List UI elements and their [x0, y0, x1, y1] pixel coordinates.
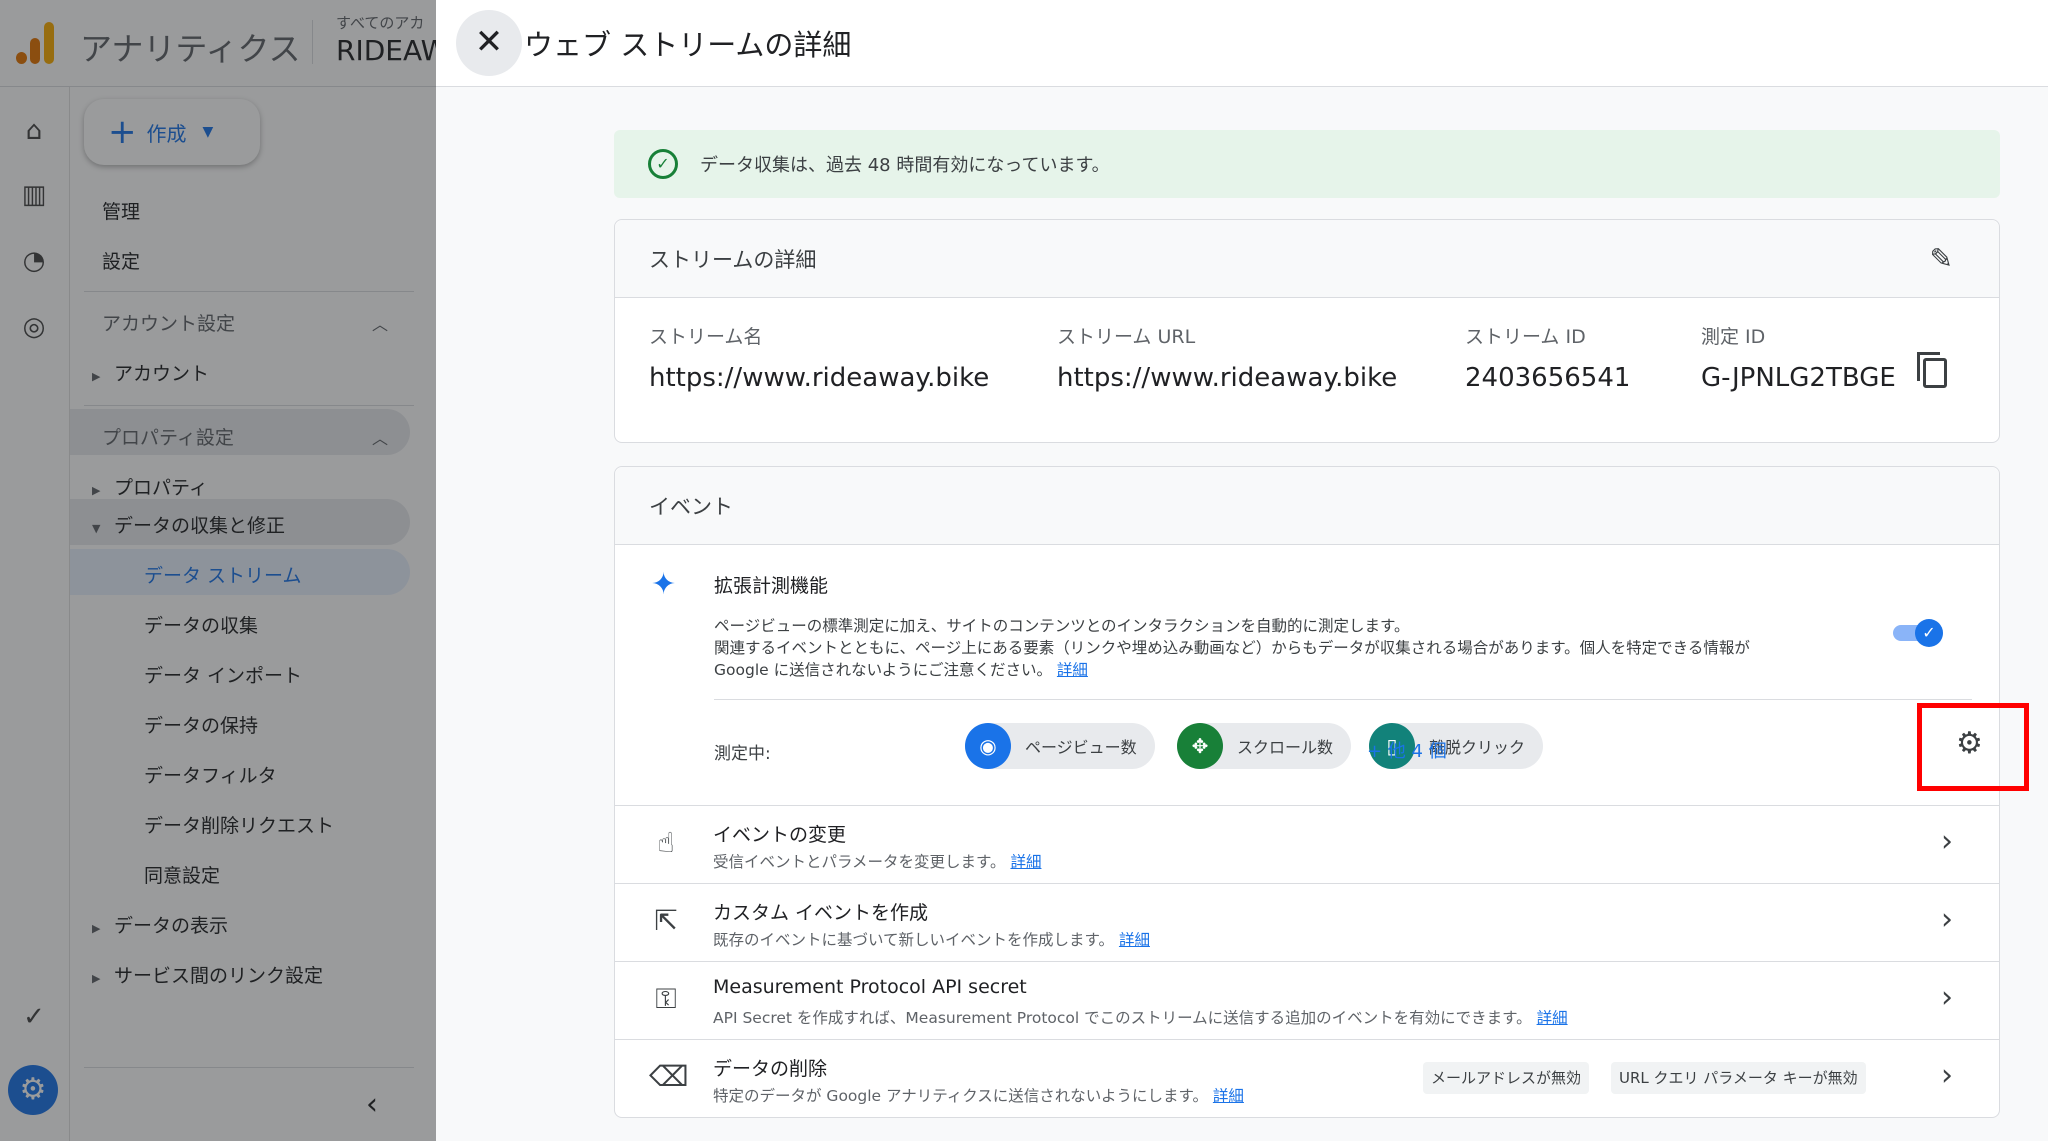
check-icon: ✓ — [1915, 619, 1943, 647]
learn-more-link[interactable]: 詳細 — [1010, 853, 1041, 871]
enhanced-divider — [714, 699, 1972, 700]
eye-icon: ◉ — [965, 723, 1011, 769]
create-custom-event-row[interactable]: ⇱ カスタム イベントを作成 既存のイベントに基づいて新しいイベントを作成します… — [615, 883, 1999, 961]
enhanced-desc-line2: 関連するイベントとともに、ページ上にある要素（リンクや埋め込み動画など）からもデ… — [714, 639, 1750, 657]
more-events-link[interactable]: + 他 4 個 — [1367, 737, 1447, 763]
row-title: イベントの変更 — [713, 824, 847, 846]
banner-text: データ収集は、過去 48 時間有効になっています。 — [700, 155, 1110, 176]
stream-id-col: ストリーム ID 2403656541 — [1465, 322, 1630, 393]
sparkle-icon: ✦ — [651, 567, 677, 602]
stream-id-label: ストリーム ID — [1465, 326, 1586, 348]
panel-header: ✕ ウェブ ストリームの詳細 — [436, 0, 2048, 87]
measurement-id-label: 測定 ID — [1701, 326, 1766, 348]
stream-url-value: https://www.rideaway.bike — [1057, 363, 1398, 393]
stream-url-label: ストリーム URL — [1057, 326, 1196, 348]
enhanced-measurement-description: ページビューの標準測定に加え、サイトのコンテンツとのインタラクションを自動的に測… — [714, 615, 1874, 681]
close-icon[interactable]: ✕ — [456, 10, 522, 76]
learn-more-link[interactable]: 詳細 — [1213, 1087, 1244, 1105]
enhanced-measurement-toggle[interactable]: ✓ — [1893, 619, 1943, 647]
row-title: Measurement Protocol API secret — [713, 976, 1027, 998]
chevron-right-icon[interactable]: › — [1941, 1058, 1953, 1093]
events-heading: イベント — [649, 494, 733, 519]
enhanced-desc-line3-wrap: Google に送信されないようにご注意ください。 詳細 — [714, 659, 1874, 681]
learn-more-link[interactable]: 詳細 — [1119, 931, 1150, 949]
measurement-id-col: 測定 ID G-JPNLG2TBGE — [1701, 322, 1896, 393]
enhanced-desc-line1: ページビューの標準測定に加え、サイトのコンテンツとのインタラクションを自動的に測… — [714, 617, 1410, 635]
copy-icon[interactable] — [1917, 352, 1947, 388]
learn-more-link[interactable]: 詳細 — [1537, 1009, 1568, 1027]
scroll-arrows-icon: ✥ — [1177, 723, 1223, 769]
modify-events-row[interactable]: ☝ イベントの変更 受信イベントとパラメータを変更します。 詳細 › — [615, 805, 1999, 883]
check-circle-icon: ✓ — [648, 149, 678, 179]
events-header: イベント — [615, 467, 1999, 545]
measurement-id-value: G-JPNLG2TBGE — [1701, 363, 1896, 393]
key-icon: ⚿ — [655, 982, 677, 1015]
url-query-disabled-badge: URL クエリ パラメータ キーが無効 — [1611, 1062, 1866, 1094]
touch-hand-icon: ☝ — [657, 826, 675, 859]
stream-id-value: 2403656541 — [1465, 363, 1631, 393]
stream-name-value: https://www.rideaway.bike — [649, 363, 990, 393]
cursor-click-icon: ⇱ — [654, 904, 678, 937]
web-stream-details-panel: ✕ ウェブ ストリームの詳細 ✓ データ収集は、過去 48 時間有効になっていま… — [436, 0, 2048, 1141]
events-card: イベント ✦ 拡張計測機能 ページビューの標準測定に加え、サイトのコンテンツとの… — [614, 466, 2029, 1118]
row-title: カスタム イベントを作成 — [713, 902, 929, 924]
panel-title: ウェブ ストリームの詳細 — [524, 28, 852, 62]
stream-details-card: ストリームの詳細 ✎ ストリーム名 https://www.rideaway.b… — [614, 219, 2000, 443]
row-subtitle: 特定のデータが Google アナリティクスに送信されないようにします。 詳細 — [713, 1087, 1244, 1105]
stream-details-header: ストリームの詳細 ✎ — [615, 220, 1999, 298]
row-subtitle: API Secret を作成すれば、Measurement Protocol で… — [713, 1009, 1568, 1027]
edit-pencil-icon[interactable]: ✎ — [1930, 242, 1953, 275]
stream-name-col: ストリーム名 https://www.rideaway.bike — [649, 322, 989, 393]
chevron-right-icon[interactable]: › — [1941, 902, 1953, 937]
enhanced-measurement-title: 拡張計測機能 — [714, 575, 829, 597]
modal-scrim[interactable] — [0, 0, 436, 1141]
settings-highlight-box: ⚙ — [1917, 703, 2029, 791]
eraser-icon: ⌫ — [649, 1060, 689, 1093]
stream-name-label: ストリーム名 — [649, 326, 763, 348]
row-title: データの削除 — [713, 1058, 828, 1080]
measurement-protocol-row[interactable]: ⚿ Measurement Protocol API secret API Se… — [615, 961, 1999, 1039]
data-collection-banner: ✓ データ収集は、過去 48 時間有効になっています。 — [614, 130, 2000, 198]
enhanced-desc-line3: Google に送信されないようにご注意ください。 — [714, 661, 1052, 679]
enhanced-learn-more-link[interactable]: 詳細 — [1057, 661, 1088, 679]
chevron-right-icon[interactable]: › — [1941, 824, 1953, 859]
chevron-right-icon[interactable]: › — [1941, 980, 1953, 1015]
data-redaction-row[interactable]: ⌫ データの削除 特定のデータが Google アナリティクスに送信されないよう… — [615, 1039, 1999, 1117]
chip-page-views: ◉ ページビュー数 — [965, 723, 1155, 769]
email-disabled-badge: メールアドレスが無効 — [1423, 1062, 1590, 1094]
stream-url-col: ストリーム URL https://www.rideaway.bike — [1057, 322, 1397, 393]
chip-scrolls: ✥ スクロール数 — [1177, 723, 1352, 769]
stream-details-heading: ストリームの詳細 — [649, 247, 817, 272]
gear-icon[interactable]: ⚙ — [1956, 726, 1983, 761]
row-subtitle: 既存のイベントに基づいて新しいイベントを作成します。 詳細 — [713, 931, 1150, 949]
row-subtitle: 受信イベントとパラメータを変更します。 詳細 — [713, 853, 1042, 871]
measuring-label: 測定中: — [714, 744, 771, 764]
